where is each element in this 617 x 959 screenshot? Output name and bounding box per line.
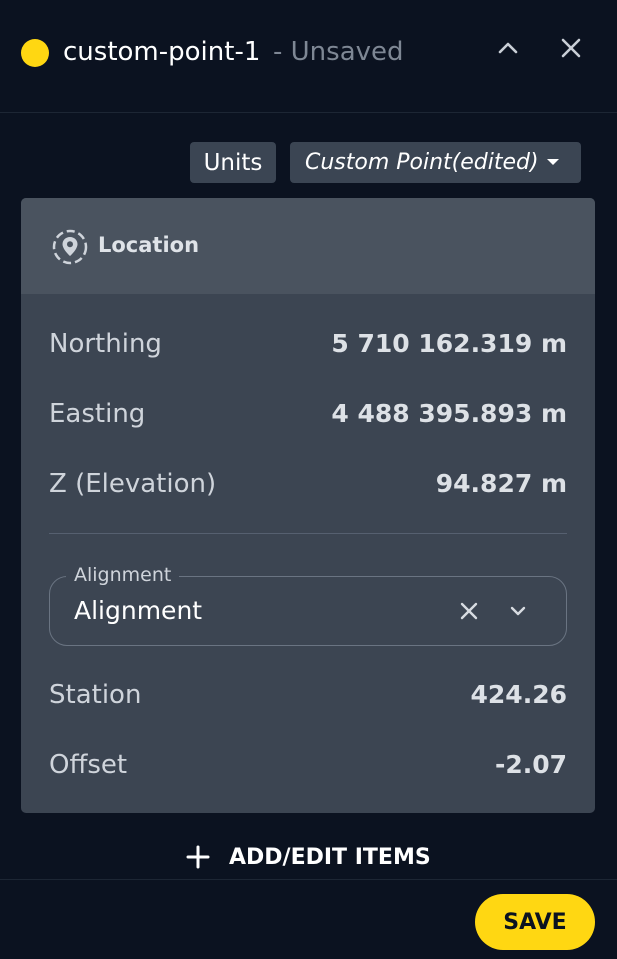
location-heading: Location — [98, 233, 200, 257]
plus-icon — [186, 845, 210, 869]
alignment-select[interactable]: Alignment Alignment — [49, 563, 567, 646]
close-icon — [561, 38, 581, 58]
footer-divider — [0, 879, 617, 880]
close-icon — [460, 602, 478, 620]
divider — [49, 533, 567, 534]
northing-label: Northing — [49, 329, 162, 359]
alignment-dropdown-toggle[interactable] — [502, 595, 534, 627]
preset-dropdown[interactable]: Custom Point(edited) — [290, 142, 581, 183]
offset-value: -2.07 — [494, 750, 567, 779]
offset-label: Offset — [49, 750, 128, 780]
location-pin-icon — [52, 229, 88, 265]
collapse-button[interactable] — [488, 28, 528, 68]
clear-alignment-button[interactable] — [453, 595, 485, 627]
unsaved-status: - Unsaved — [273, 37, 404, 67]
location-card-header: Location — [21, 198, 595, 294]
caret-down-icon — [547, 159, 559, 165]
chevron-up-icon — [498, 42, 518, 54]
close-button[interactable] — [551, 28, 591, 68]
station-value: 424.26 — [470, 680, 567, 709]
alignment-value: Alignment — [74, 596, 203, 625]
easting-label: Easting — [49, 399, 146, 429]
save-button[interactable]: SAVE — [475, 894, 595, 950]
station-label: Station — [49, 680, 142, 710]
chevron-down-icon — [510, 606, 526, 616]
point-color-dot — [21, 39, 49, 67]
panel-header: custom-point-1 - Unsaved — [0, 0, 617, 113]
add-edit-items-button[interactable]: ADD/EDIT ITEMS — [185, 837, 431, 877]
units-button[interactable]: Units — [190, 142, 276, 183]
northing-value: 5 710 162.319 m — [331, 329, 567, 358]
elevation-value: 94.827 m — [435, 469, 567, 498]
elevation-label: Z (Elevation) — [49, 469, 217, 499]
alignment-legend: Alignment — [66, 563, 180, 587]
location-card: Location Northing 5 710 162.319 m Eastin… — [21, 198, 595, 813]
preset-label: Custom Point(edited) — [305, 150, 539, 175]
point-name: custom-point-1 — [63, 37, 261, 67]
easting-value: 4 488 395.893 m — [331, 399, 567, 428]
add-edit-items-label: ADD/EDIT ITEMS — [229, 844, 431, 870]
